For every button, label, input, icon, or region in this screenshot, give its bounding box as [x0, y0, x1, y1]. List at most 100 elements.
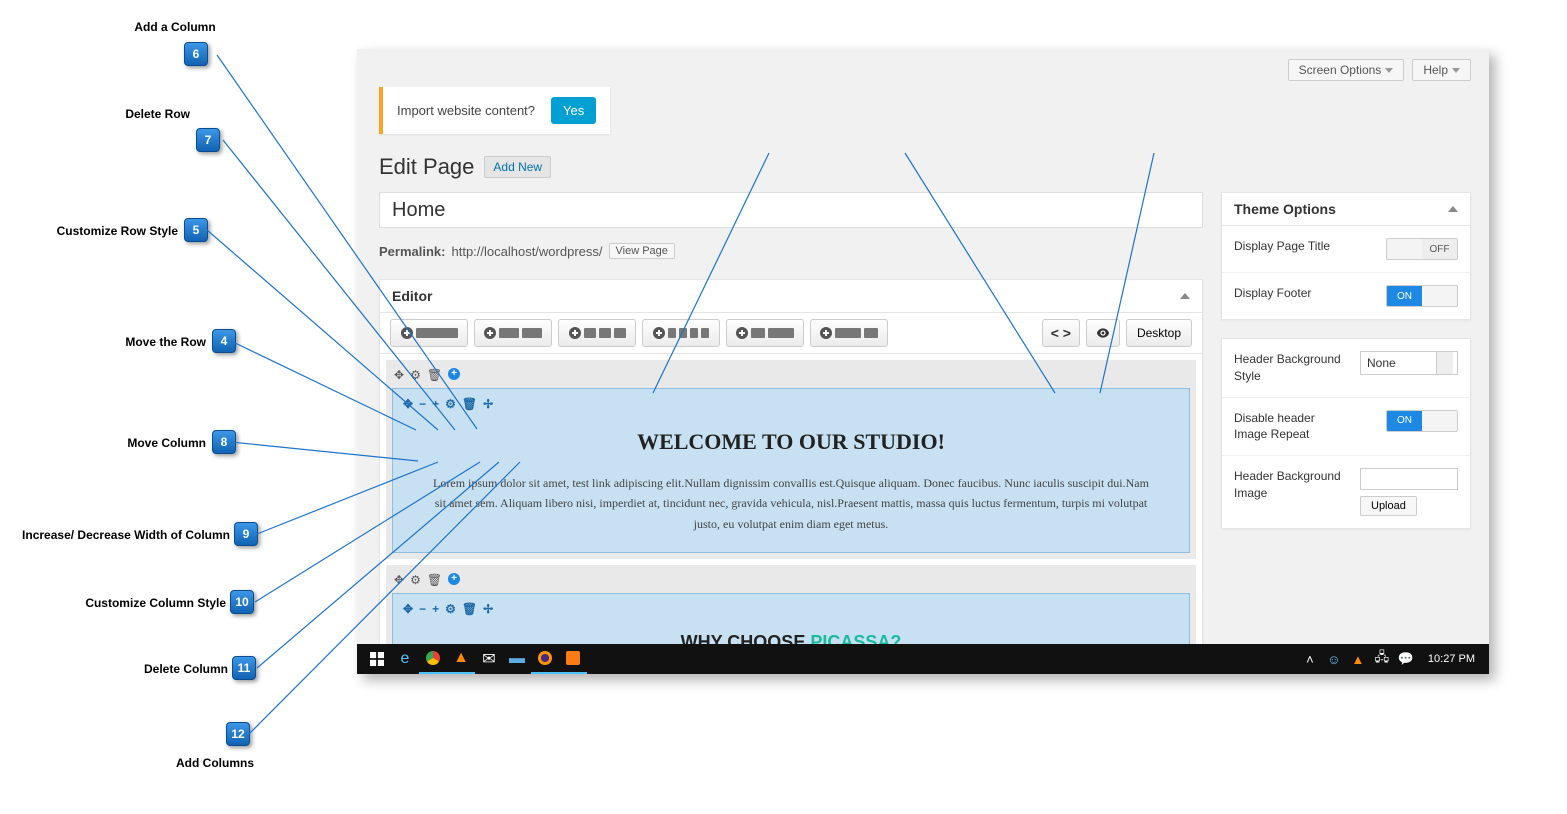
network-icon[interactable]: 🖧	[1372, 644, 1392, 674]
option-disable-header-repeat: Disable header Image Repeat ONOFF	[1222, 398, 1470, 457]
annotation-label-7: Delete Row	[100, 107, 190, 121]
increase-width-icon[interactable]: +	[432, 397, 439, 411]
annotation-label-5: Customize Row Style	[30, 224, 178, 238]
delete-column-icon[interactable]: 🗑	[462, 397, 477, 411]
tray-flame-icon[interactable]: ▲	[1348, 644, 1368, 674]
page-title-input[interactable]	[379, 192, 1203, 228]
move-row-icon[interactable]: ✥	[394, 368, 404, 382]
option-header-bg-image: Header Background Image Upload	[1222, 456, 1470, 528]
firefox-icon[interactable]	[531, 644, 559, 674]
select-value: None	[1367, 356, 1396, 370]
annotation-label-8: Move Column	[90, 436, 206, 450]
move-row-icon[interactable]: ✥	[394, 573, 404, 587]
tray-chevron-icon[interactable]: ˄	[1300, 644, 1320, 674]
taskbar-clock[interactable]: 10:27 PM	[1420, 653, 1483, 665]
theme-options-header[interactable]: Theme Options	[1222, 193, 1470, 226]
editor-column: ✥ − + ⚙ 🗑 ✢ WELCOME TO OUR STUDIO! Lorem…	[392, 388, 1190, 553]
help-button[interactable]: Help	[1412, 59, 1471, 81]
preview-button[interactable]	[1086, 319, 1120, 347]
option-label: Header Background Image	[1234, 468, 1344, 502]
increase-width-icon[interactable]: +	[432, 602, 439, 616]
add-columns-icon[interactable]: ✢	[483, 397, 493, 411]
header-options-panel: Header Background Style None Disable hea…	[1221, 338, 1471, 529]
delete-column-icon[interactable]: 🗑	[462, 602, 477, 616]
collapse-icon	[1180, 293, 1190, 299]
header-bg-style-select[interactable]: None	[1360, 351, 1458, 375]
permalink-url: http://localhost/wordpress/	[451, 244, 602, 259]
add-column-icon[interactable]: +	[448, 573, 460, 585]
annotation-badge-9: 9	[234, 522, 258, 546]
add-columns-icon[interactable]: ✢	[483, 602, 493, 616]
annotation-label-10: Customize Column Style	[40, 596, 226, 610]
import-notice: Import website content? Yes	[379, 87, 610, 134]
wordpress-admin-window: Screen Options Help Import website conte…	[357, 49, 1489, 674]
option-label: Disable header Image Repeat	[1234, 410, 1344, 444]
editor-panel-header[interactable]: Editor	[380, 280, 1202, 313]
start-icon[interactable]	[363, 644, 391, 674]
decrease-width-icon[interactable]: −	[419, 602, 426, 616]
toggle-disable-header-repeat[interactable]: ONOFF	[1386, 410, 1458, 432]
permalink-label: Permalink:	[379, 244, 445, 259]
edit-source-button[interactable]: < >	[1042, 319, 1080, 347]
annotation-badge-8: 8	[212, 430, 236, 454]
annotation-badge-7: 7	[196, 128, 220, 152]
toggle-display-footer[interactable]: ONOFF	[1386, 285, 1458, 307]
chrome-icon[interactable]	[419, 644, 447, 674]
row-toolbar: ✥ ⚙ 🗑 +	[392, 571, 1190, 593]
row-settings-icon[interactable]: ⚙	[410, 573, 421, 587]
delete-row-icon[interactable]: 🗑	[427, 368, 442, 382]
option-display-page-title: Display Page Title ONOFF	[1222, 226, 1470, 273]
mail-icon[interactable]: ✉	[475, 644, 503, 674]
add-column-icon[interactable]: +	[448, 368, 460, 380]
edge-icon[interactable]: e	[391, 644, 419, 674]
column-settings-icon[interactable]: ⚙	[445, 397, 456, 411]
tray-status-icon[interactable]: ☺	[1324, 644, 1344, 674]
toggle-display-page-title[interactable]: ONOFF	[1386, 238, 1458, 260]
help-label: Help	[1423, 63, 1448, 77]
desktop-mode-button[interactable]: Desktop	[1126, 319, 1192, 347]
add-row-4col[interactable]	[642, 319, 720, 347]
permalink-row: Permalink: http://localhost/wordpress/ V…	[379, 243, 675, 259]
column-settings-icon[interactable]: ⚙	[445, 602, 456, 616]
xampp-icon[interactable]	[559, 644, 587, 674]
screen-options-button[interactable]: Screen Options	[1288, 59, 1405, 81]
import-question-text: Import website content?	[397, 103, 535, 118]
theme-options-title: Theme Options	[1234, 201, 1336, 217]
move-column-icon[interactable]: ✥	[403, 397, 413, 411]
notifications-icon[interactable]: 💬	[1396, 644, 1416, 674]
decrease-width-icon[interactable]: −	[419, 397, 426, 411]
notepad-icon[interactable]: ▬	[503, 644, 531, 674]
collapse-icon	[1448, 206, 1458, 212]
annotation-label-4: Move the Row	[90, 335, 206, 349]
option-label: Header Background Style	[1234, 351, 1344, 385]
row-settings-icon[interactable]: ⚙	[410, 368, 421, 382]
windows-taskbar: e ▲ ✉ ▬ ˄ ☺ ▲ 🖧 💬 10:27 PM	[357, 644, 1489, 674]
move-column-icon[interactable]: ✥	[403, 602, 413, 616]
annotation-badge-12: 12	[226, 722, 250, 746]
editor-panel-title: Editor	[392, 288, 432, 304]
add-row-2-1col[interactable]	[810, 319, 888, 347]
upload-button[interactable]: Upload	[1360, 496, 1417, 516]
edit-page-heading: Edit Page	[379, 154, 474, 180]
add-row-3col[interactable]	[558, 319, 636, 347]
view-page-button[interactable]: View Page	[609, 243, 675, 259]
annotation-label-11: Delete Column	[80, 662, 228, 676]
upload-block: Upload	[1360, 468, 1458, 516]
delete-row-icon[interactable]: 🗑	[427, 573, 442, 587]
theme-options-panel: Theme Options Display Page Title ONOFF D…	[1221, 192, 1471, 320]
add-row-2col[interactable]	[474, 319, 552, 347]
toggle-on-label: ON	[1387, 286, 1422, 306]
toggle-on-label: ON	[1387, 411, 1422, 431]
annotation-badge-10: 10	[230, 590, 254, 614]
import-yes-button[interactable]: Yes	[551, 97, 596, 124]
option-display-footer: Display Footer ONOFF	[1222, 273, 1470, 319]
add-row-1col[interactable]	[390, 319, 468, 347]
flame-icon[interactable]: ▲	[447, 644, 475, 674]
editor-row: ✥ ⚙ 🗑 + ✥ − + ⚙ 🗑 ✢ WELCOME TO OUR STUDI…	[386, 360, 1196, 559]
annotation-badge-4: 4	[212, 329, 236, 353]
header-bg-image-input[interactable]	[1360, 468, 1458, 490]
option-label: Display Footer	[1234, 285, 1311, 302]
add-row-1-2col[interactable]	[726, 319, 804, 347]
toggle-off-label: OFF	[1422, 239, 1457, 259]
add-new-button[interactable]: Add New	[484, 156, 551, 178]
